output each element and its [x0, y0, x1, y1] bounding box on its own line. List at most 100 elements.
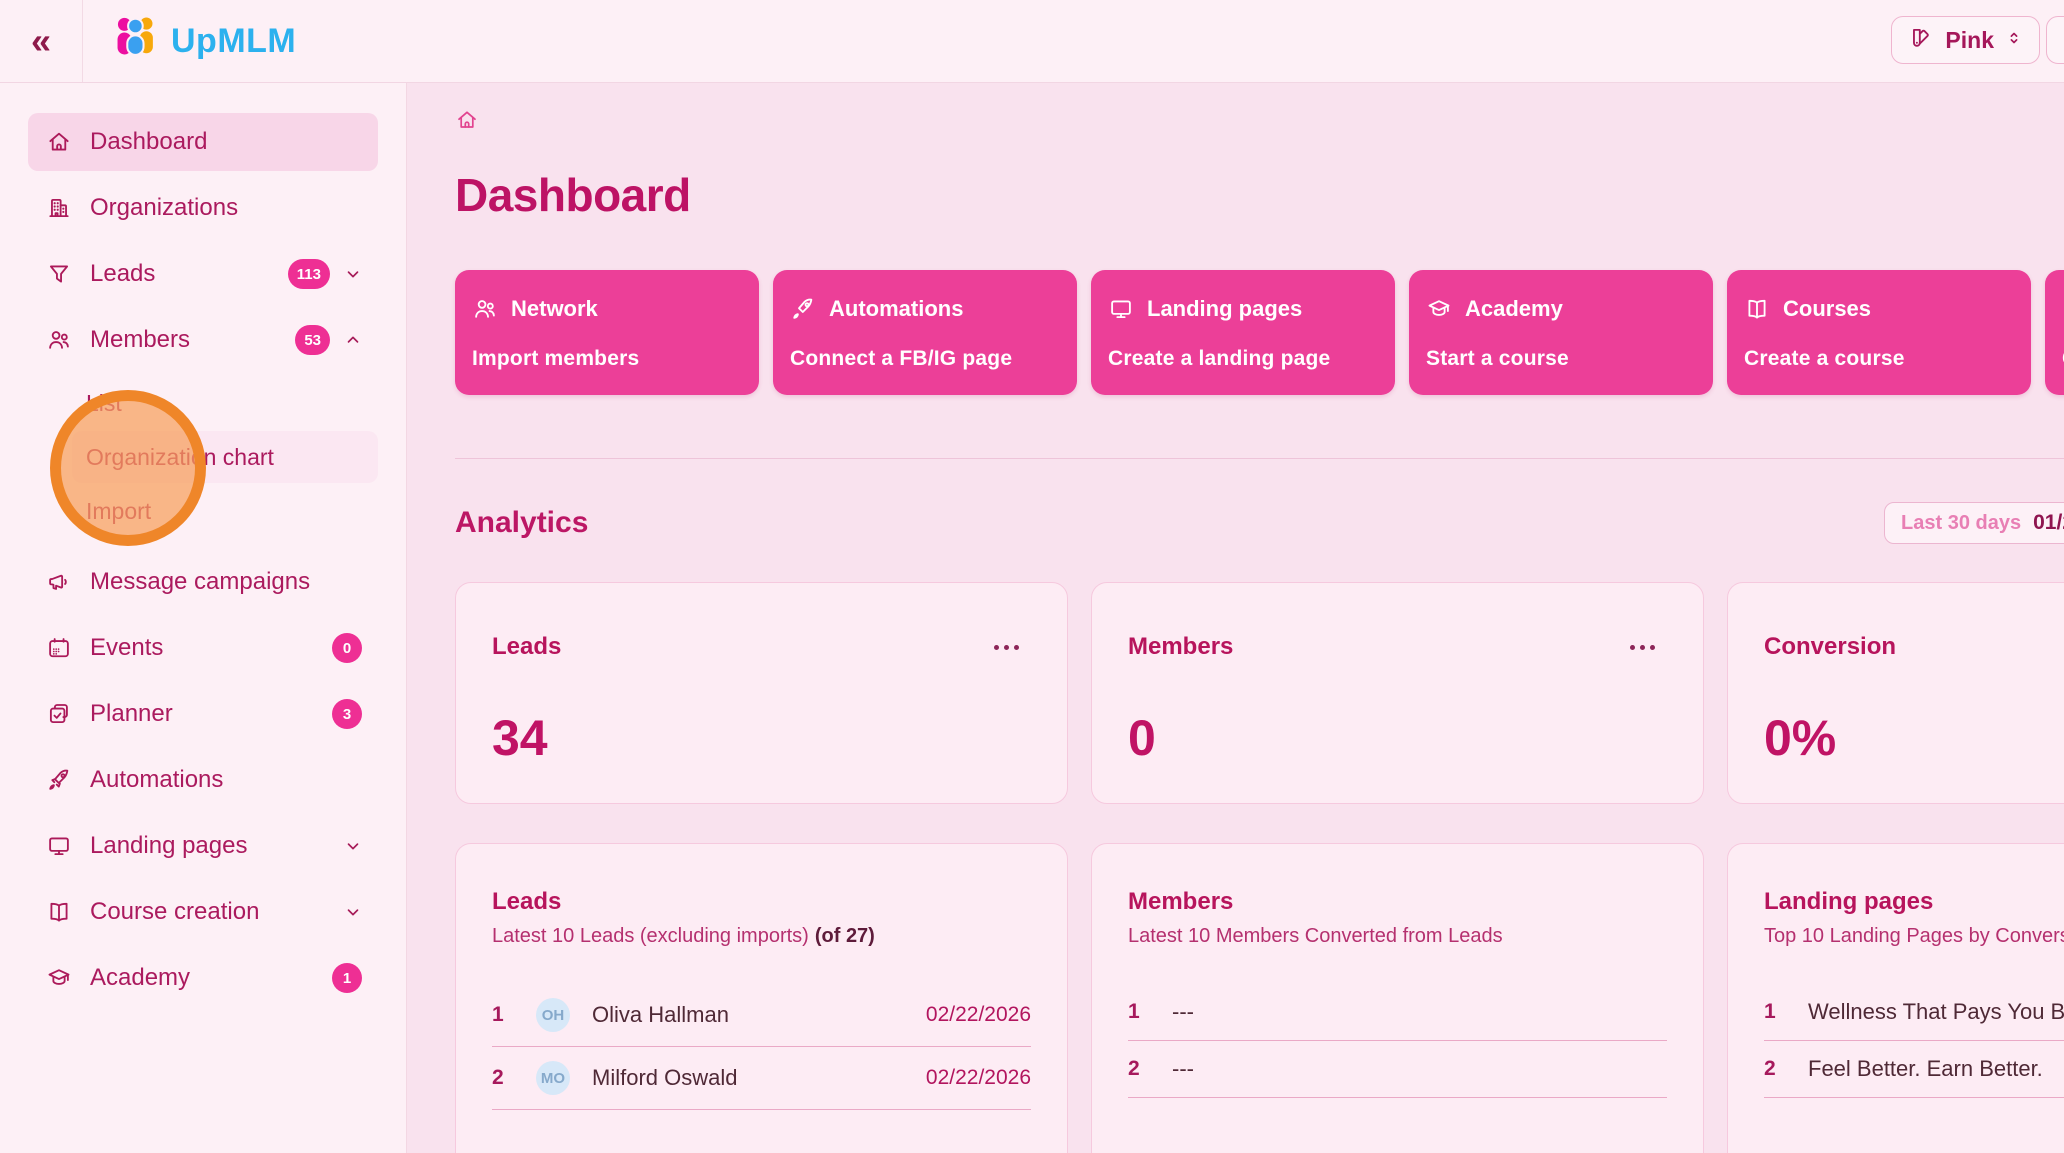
clipboard-check-icon [46, 701, 72, 727]
list-title: Members [1128, 888, 1667, 916]
member-name: --- [1172, 1056, 1194, 1082]
theme-selector-value: Pink [1945, 27, 1994, 54]
member-name: --- [1172, 999, 1194, 1025]
double-chevron-left-icon: « [31, 20, 51, 62]
members-submenu: List Organization chart Import [0, 377, 406, 537]
submenu-item-list[interactable]: List [72, 377, 378, 429]
quick-action-academy[interactable]: Academy Start a course [1409, 270, 1713, 395]
sidebar-item-label: Planner [90, 700, 173, 728]
quick-action-title: Network [511, 296, 598, 322]
stat-title: Members [1128, 633, 1233, 661]
stats-row: Leads 34 Members 0 Conversion 0% [455, 582, 2064, 804]
row-divider [1764, 1097, 2064, 1098]
date-range-label: Last 30 days [1901, 512, 2021, 535]
avatar: MO [536, 1061, 570, 1095]
sidebar-item-members[interactable]: Members 53 [28, 311, 378, 369]
building-icon [46, 195, 72, 221]
sidebar-item-leads[interactable]: Leads 113 [28, 245, 378, 303]
stat-card-leads: Leads 34 [455, 582, 1068, 804]
list-title: Landing pages [1764, 888, 2064, 916]
lists-row: Leads Latest 10 Leads (excluding imports… [455, 843, 2064, 1153]
brand-logo[interactable]: UpMLM [109, 13, 296, 70]
submenu-item-label: List [86, 390, 122, 417]
stat-value: 0% [1764, 709, 2064, 767]
quick-action-landing-pages[interactable]: Landing pages Create a landing page [1091, 270, 1395, 395]
quick-action-courses[interactable]: Courses Create a course [1727, 270, 2031, 395]
stat-title: Conversion [1764, 633, 1896, 661]
member-row[interactable]: 2 --- [1128, 1041, 1667, 1097]
chevron-down-icon [344, 265, 362, 283]
sidebar-item-academy[interactable]: Academy 1 [28, 949, 378, 1007]
quick-action-partial[interactable]: C [2045, 270, 2064, 395]
sidebar-item-events[interactable]: Events 0 [28, 619, 378, 677]
sidebar-item-message-campaigns[interactable]: Message campaigns [28, 553, 378, 611]
lead-name: Milford Oswald [592, 1065, 737, 1091]
lead-row[interactable]: 1 OH Oliva Hallman 02/22/2026 [492, 984, 1031, 1046]
stat-title: Leads [492, 633, 561, 661]
submenu-item-import[interactable]: Import [72, 485, 378, 537]
date-range-selector[interactable]: Last 30 days 01/2 [1884, 502, 2064, 544]
chevron-up-icon [344, 331, 362, 349]
book-open-icon [46, 899, 72, 925]
landing-page-name: Wellness That Pays You Back [1808, 999, 2064, 1025]
quick-action-network[interactable]: Network Import members [455, 270, 759, 395]
sidebar-item-label: Academy [90, 964, 190, 992]
graduation-cap-icon [46, 965, 72, 991]
landing-page-row[interactable]: 2 Feel Better. Earn Better. [1764, 1041, 2064, 1097]
people-icon [46, 327, 72, 353]
chevron-updown-icon [2005, 29, 2023, 52]
analytics-heading: Analytics [455, 506, 588, 540]
sidebar-item-course-creation[interactable]: Course creation [28, 883, 378, 941]
submenu-item-label: Import [86, 498, 151, 525]
breadcrumb-home-icon[interactable] [455, 108, 479, 132]
book-open-icon [1744, 296, 1770, 322]
lead-date: 02/22/2026 [926, 1003, 1031, 1027]
list-subtitle: Latest 10 Members Converted from Leads [1128, 925, 1667, 948]
rocket-icon [790, 296, 816, 322]
quick-action-subtitle: Import members [472, 347, 742, 371]
ellipsis-menu-icon[interactable] [985, 641, 1023, 654]
sidebar-item-label: Events [90, 634, 163, 662]
leads-count-badge: 113 [288, 259, 330, 289]
lead-name: Oliva Hallman [592, 1002, 729, 1028]
rocket-icon [46, 767, 72, 793]
people-icon [472, 296, 498, 322]
ellipsis-menu-icon[interactable] [1621, 641, 1659, 654]
quick-action-title: Courses [1783, 296, 1871, 322]
quick-action-subtitle: Start a course [1426, 347, 1696, 371]
sidebar-item-dashboard[interactable]: Dashboard [28, 113, 378, 171]
page-title: Dashboard [455, 168, 2064, 222]
quick-action-title: Landing pages [1147, 296, 1302, 322]
sidebar-item-label: Leads [90, 260, 155, 288]
members-count-badge: 53 [295, 325, 330, 355]
stat-value: 34 [492, 709, 1023, 767]
events-count-badge: 0 [332, 633, 362, 663]
submenu-item-label: Organization chart [86, 444, 274, 471]
lead-row[interactable]: 2 MO Milford Oswald 02/22/2026 [492, 1047, 1031, 1109]
monitor-icon [46, 833, 72, 859]
sidebar-item-label: Message campaigns [90, 568, 310, 596]
sidebar-item-planner[interactable]: Planner 3 [28, 685, 378, 743]
sidebar-item-organizations[interactable]: Organizations [28, 179, 378, 237]
sidebar-collapse-button[interactable]: « [0, 0, 83, 82]
submenu-item-organization-chart[interactable]: Organization chart [72, 431, 378, 483]
list-title: Leads [492, 888, 1031, 916]
leads-list-card: Leads Latest 10 Leads (excluding imports… [455, 843, 1068, 1153]
chevron-down-icon [344, 837, 362, 855]
sidebar-item-automations[interactable]: Automations [28, 751, 378, 809]
quick-action-subtitle: Create a course [1744, 347, 2014, 371]
brand-name: UpMLM [171, 22, 296, 61]
list-subtitle: Top 10 Landing Pages by Conversion [1764, 925, 2064, 948]
sidebar-item-landing-pages[interactable]: Landing pages [28, 817, 378, 875]
quick-action-subtitle: Connect a FB/IG page [790, 347, 1060, 371]
home-icon [46, 129, 72, 155]
quick-action-automations[interactable]: Automations Connect a FB/IG page [773, 270, 1077, 395]
theme-selector-button[interactable]: Pink [1891, 16, 2040, 64]
landing-page-row[interactable]: 1 Wellness That Pays You Back [1764, 984, 2064, 1040]
color-swatch-icon [1908, 25, 1934, 56]
partial-toolbar-button[interactable] [2046, 16, 2064, 64]
megaphone-icon [46, 569, 72, 595]
main-content: Dashboard Network Import members [408, 83, 2064, 1153]
member-row[interactable]: 1 --- [1128, 984, 1667, 1040]
quick-action-title: Academy [1465, 296, 1563, 322]
